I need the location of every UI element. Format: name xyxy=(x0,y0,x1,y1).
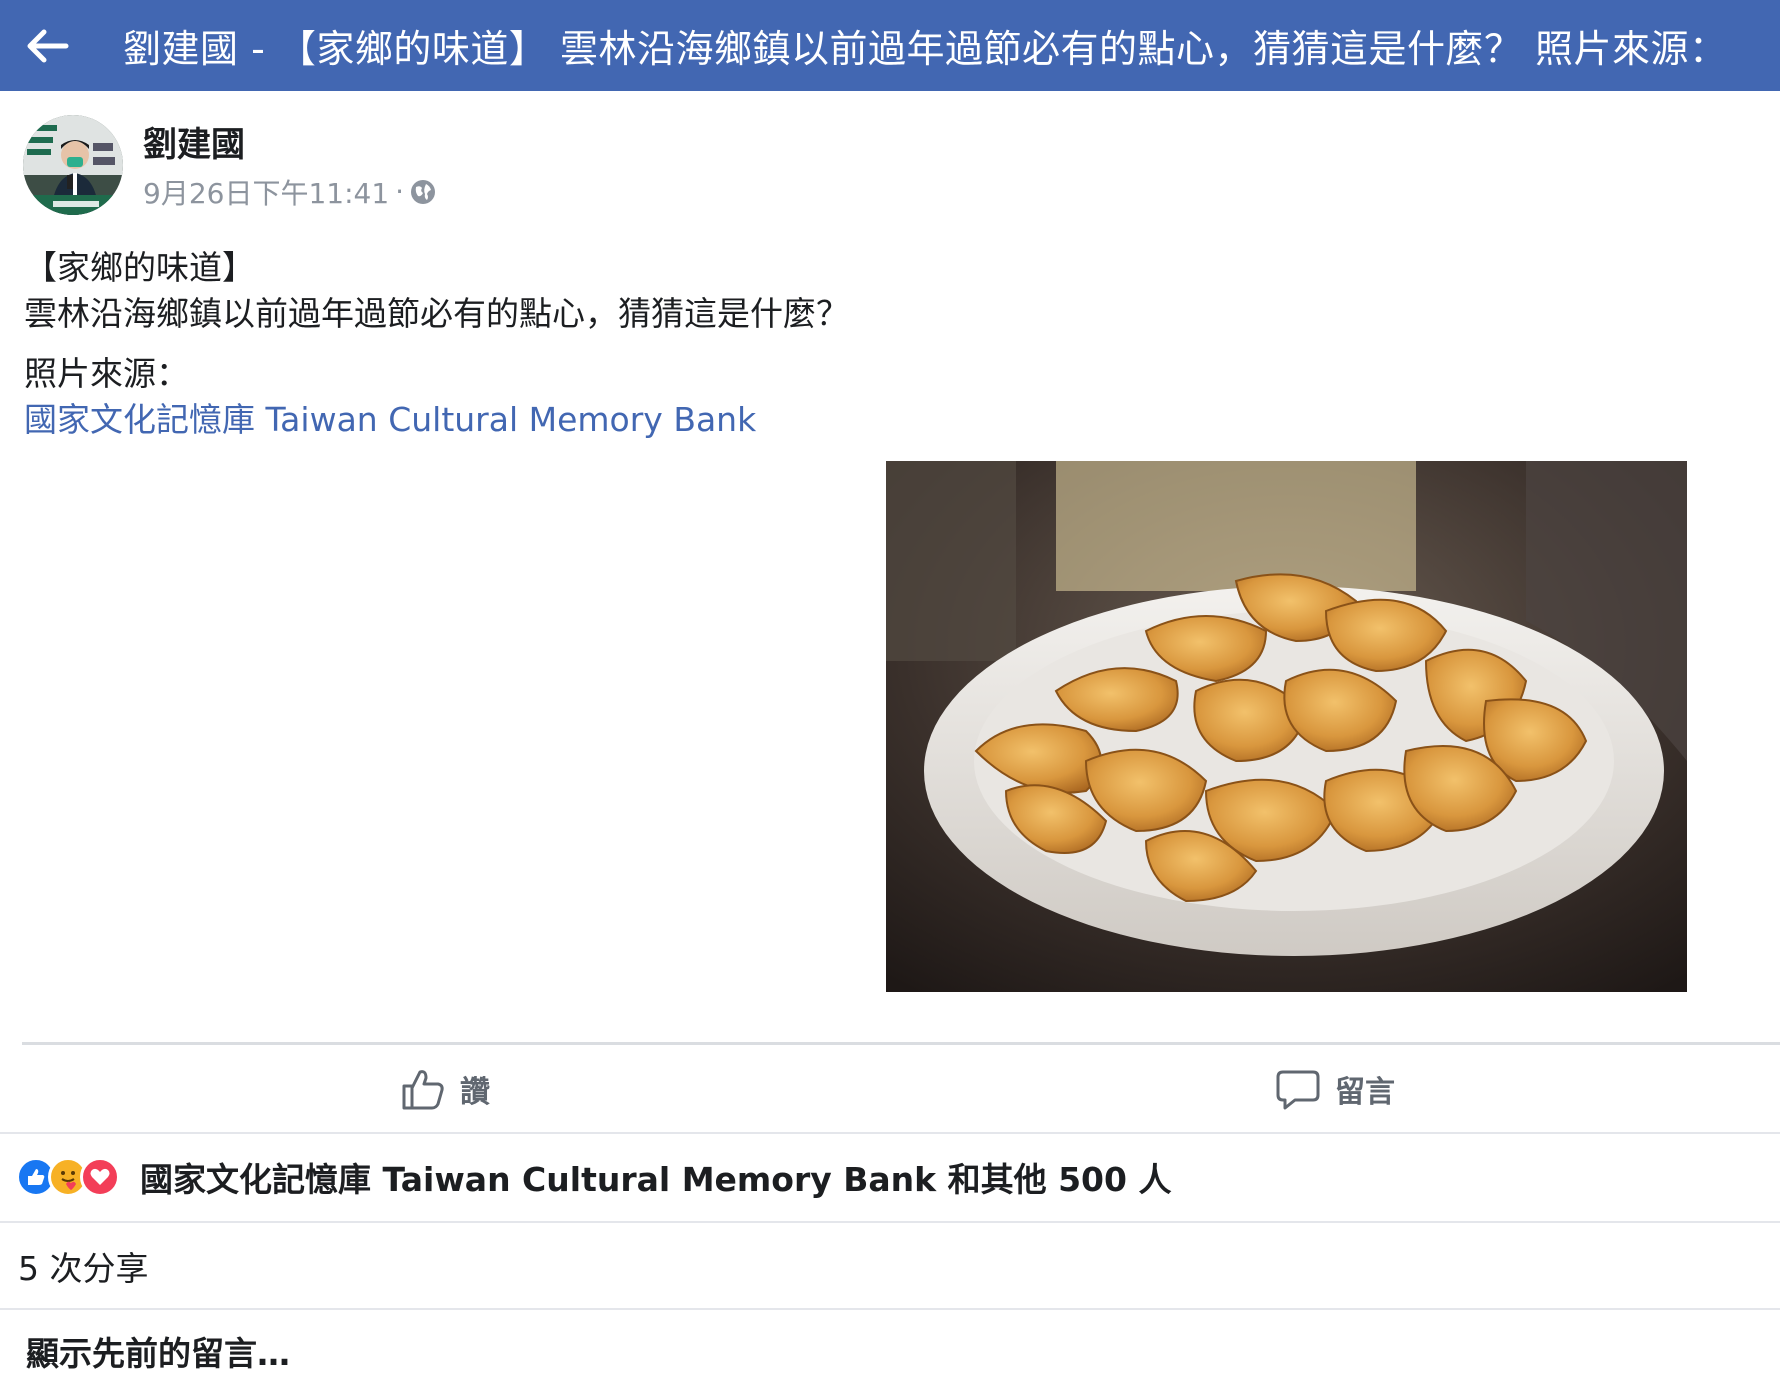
reactions-summary[interactable]: 國家文化記憶庫 Taiwan Cultural Memory Bank 和其他 … xyxy=(16,1134,1780,1220)
thumbs-up-icon xyxy=(400,1066,446,1112)
avatar-image xyxy=(23,115,123,215)
source-link[interactable]: 國家文化記憶庫 Taiwan Cultural Memory Bank xyxy=(24,397,849,443)
divider xyxy=(0,1308,1780,1310)
post-photo[interactable] xyxy=(886,461,1687,992)
comment-bubble-icon xyxy=(1275,1066,1321,1112)
comment-button[interactable]: 留言 xyxy=(890,1045,1780,1133)
shares-count[interactable]: 5 次分享 xyxy=(18,1223,149,1308)
divider xyxy=(0,1221,1780,1223)
post-timestamp[interactable]: 9月26日下午11:41 xyxy=(143,172,389,212)
post-line-2: 雲林沿海鄉鎮以前過年過節必有的點心，猜猜這是什麼？ xyxy=(24,294,849,333)
comment-label: 留言 xyxy=(1335,1075,1395,1110)
like-button[interactable]: 讚 xyxy=(0,1045,890,1133)
author-avatar[interactable] xyxy=(23,115,123,215)
post-line-3: 照片來源： xyxy=(24,354,189,393)
post-line-1: 【家鄉的味道】 xyxy=(24,248,255,287)
meta-separator: · xyxy=(395,175,405,209)
post-text: 【家鄉的味道】 雲林沿海鄉鎮以前過年過節必有的點心，猜猜這是什麼？ 照片來源： … xyxy=(24,245,849,443)
reaction-icons xyxy=(16,1157,120,1197)
post-meta: 9月26日下午11:41 · xyxy=(143,172,436,212)
back-arrow-icon[interactable] xyxy=(26,28,70,64)
reactions-text[interactable]: 國家文化記憶庫 Taiwan Cultural Memory Bank 和其他 … xyxy=(140,1153,1171,1201)
fried-dumplings-photo xyxy=(886,461,1687,992)
show-previous-comments[interactable]: 顯示先前的留言… xyxy=(26,1312,290,1390)
author-block: 劉建國 9月26日下午11:41 · xyxy=(143,115,436,212)
back-button[interactable] xyxy=(0,0,95,91)
love-reaction-icon xyxy=(80,1157,120,1197)
post-header: 劉建國 9月26日下午11:41 · xyxy=(23,115,436,215)
action-bar: 讚 留言 xyxy=(0,1045,1780,1133)
author-name[interactable]: 劉建國 xyxy=(143,125,436,166)
top-app-bar: 劉建國 - 【家鄉的味道】 雲林沿海鄉鎮以前過年過節必有的點心，猜猜這是什麼？ … xyxy=(0,0,1780,91)
page-title: 劉建國 - 【家鄉的味道】 雲林沿海鄉鎮以前過年過節必有的點心，猜猜這是什麼？ … xyxy=(123,27,1728,71)
globe-icon xyxy=(411,179,436,204)
like-label: 讚 xyxy=(460,1075,490,1110)
